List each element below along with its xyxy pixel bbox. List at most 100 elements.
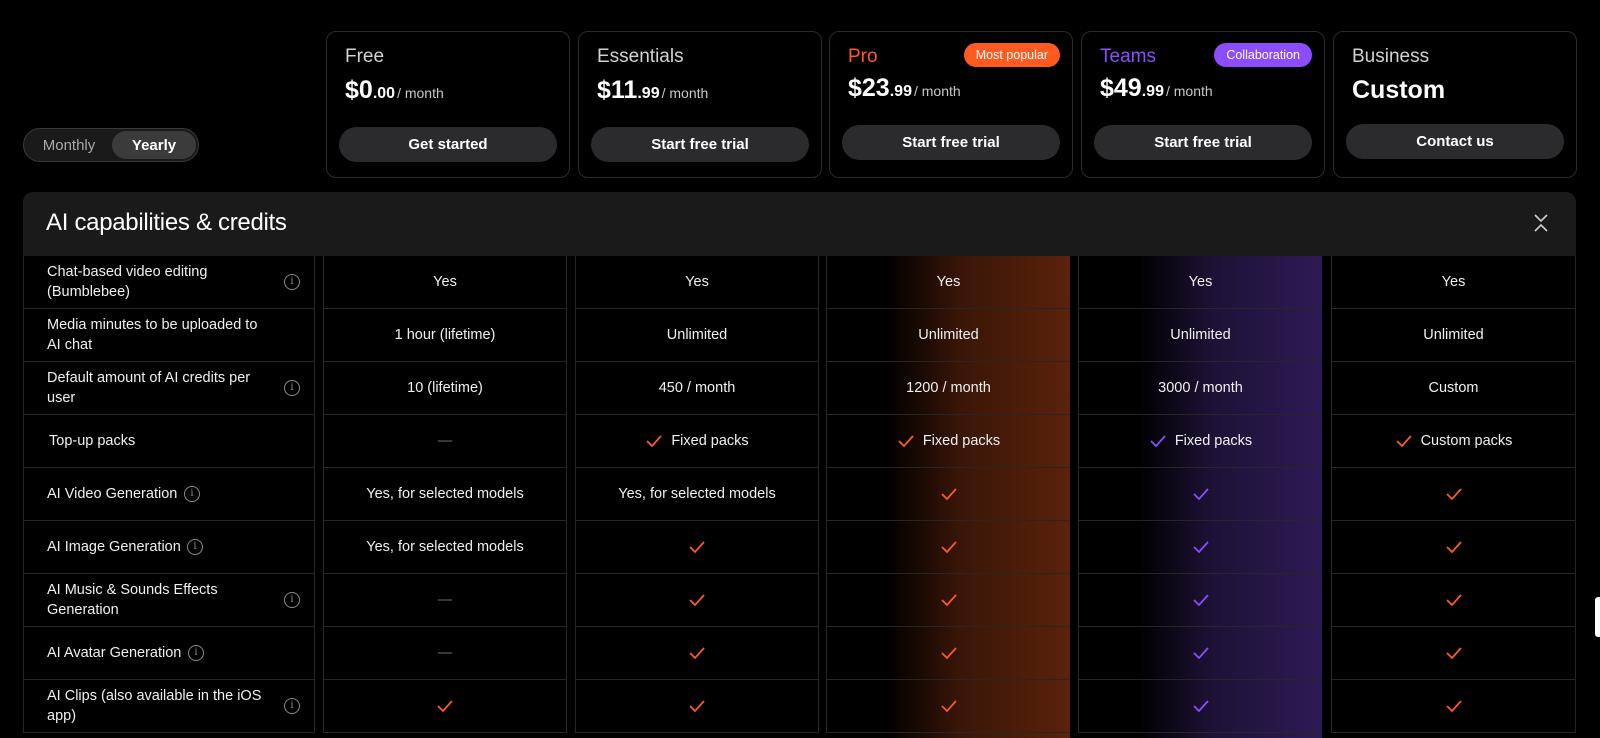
table-cell [1331,574,1576,627]
plan-card-business: Business Custom Contact us [1333,31,1577,178]
checkmark-icon [1445,594,1462,607]
section-title: AI capabilities & credits [46,209,287,236]
check-value [1192,487,1210,501]
get-started-button[interactable]: Get started [339,127,557,162]
check-label: Fixed packs [922,433,1001,449]
plan-name: Pro [848,46,878,67]
plan-price: $49.99/ month [1100,74,1213,102]
table-cell: Yes, for selected models [575,468,819,521]
billing-monthly-option[interactable]: Monthly [26,131,112,159]
table-row: AI Image Generation i Yes, for selected … [23,521,1576,574]
table-cell [575,680,819,733]
check-value [1445,699,1463,713]
table-cell: Unlimited [1331,309,1576,362]
table-cell: Yes [323,256,567,309]
side-scroll-tab[interactable] [1595,597,1600,637]
feature-table: Chat-based video editing (Bumblebee) i Y… [23,256,1576,733]
plan-card-pro: Pro Most popular $23.99/ month Start fre… [829,31,1073,178]
table-cell [1331,468,1576,521]
check-value [436,699,454,713]
info-icon[interactable]: i [284,274,300,290]
checkmark-icon [646,435,662,448]
check-value [1445,487,1463,501]
plan-name: Free [345,46,385,67]
table-row: Top-up packs — Fixed packs Fixed packs F… [23,415,1576,468]
table-cell: Yes, for selected models [323,521,567,574]
billing-toggle[interactable]: Monthly Yearly [23,128,199,162]
table-cell [1331,521,1576,574]
table-cell: Yes [826,256,1070,309]
checkmark-icon [940,541,957,554]
feature-label: AI Music & Sounds Effects Generation i [23,574,315,627]
table-cell: 1200 / month [826,362,1070,415]
info-icon[interactable]: i [284,380,300,396]
start-free-trial-button[interactable]: Start free trial [1094,125,1312,160]
checkmark-icon [689,647,705,660]
check-value: Fixed packs [1149,433,1252,449]
table-cell [575,521,819,574]
info-icon[interactable]: i [187,539,203,555]
plan-name: Teams [1100,46,1156,67]
table-cell: — [323,627,567,680]
info-icon[interactable]: i [284,698,300,714]
table-cell: 3000 / month [1078,362,1322,415]
table-row: Chat-based video editing (Bumblebee) i Y… [23,256,1576,309]
table-cell [826,521,1070,574]
check-value [688,540,706,554]
checkmark-icon [940,594,957,607]
plan-price: $11.99/ month [597,76,709,104]
table-cell [826,627,1070,680]
checkmark-icon [1192,594,1209,607]
start-free-trial-button[interactable]: Start free trial [591,127,809,162]
checkmark-icon [940,488,957,501]
plan-card-free: Free $0.00/ month Get started [326,31,570,178]
feature-label: AI Clips (also available in the iOS app)… [23,680,315,733]
table-cell [1331,627,1576,680]
table-cell [575,574,819,627]
checkmark-icon [1192,488,1209,501]
checkmark-icon [1445,700,1462,713]
table-cell [1078,521,1322,574]
table-cell: Unlimited [1078,309,1322,362]
collaboration-badge: Collaboration [1214,43,1312,67]
plan-name: Business [1352,46,1430,67]
checkmark-icon [1192,647,1209,660]
billing-yearly-option[interactable]: Yearly [112,131,196,159]
check-value [1445,593,1463,607]
table-cell: Yes [1078,256,1322,309]
check-value [1445,540,1463,554]
collapse-icon[interactable] [1532,212,1550,234]
check-value [1192,593,1210,607]
table-cell [826,574,1070,627]
info-icon[interactable]: i [284,592,300,608]
table-cell [323,680,567,733]
plan-price: Custom [1352,76,1446,104]
start-free-trial-button[interactable]: Start free trial [842,125,1060,160]
check-value [940,699,958,713]
contact-us-button[interactable]: Contact us [1346,124,1564,159]
check-value [940,487,958,501]
check-value: Custom packs [1395,433,1513,449]
checkmark-icon [1445,541,1462,554]
info-icon[interactable]: i [184,486,200,502]
info-icon[interactable]: i [188,645,204,661]
table-row: AI Music & Sounds Effects Generation i — [23,574,1576,627]
checkmark-icon [1192,700,1209,713]
check-value: Fixed packs [897,433,1000,449]
feature-label: Media minutes to be uploaded to AI chat [23,309,315,362]
table-cell: Yes [1331,256,1576,309]
check-label: Custom packs [1420,433,1513,449]
table-cell [1078,680,1322,733]
table-cell: 1 hour (lifetime) [323,309,567,362]
checkmark-icon [1192,541,1209,554]
table-row: AI Video Generation i Yes, for selected … [23,468,1576,521]
table-cell: 450 / month [575,362,819,415]
table-cell [1078,627,1322,680]
checkmark-icon [898,435,914,448]
checkmark-icon [1445,647,1462,660]
feature-label: Chat-based video editing (Bumblebee) i [23,256,315,309]
table-cell [1078,574,1322,627]
feature-label: AI Image Generation i [23,521,315,574]
checkmark-icon [437,700,453,713]
table-cell [575,627,819,680]
